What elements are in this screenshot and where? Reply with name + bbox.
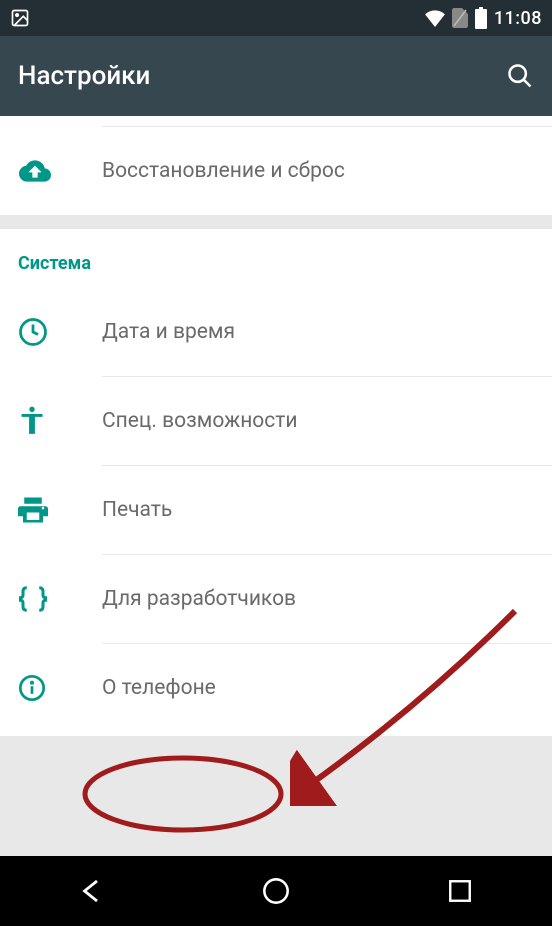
search-icon[interactable] bbox=[506, 62, 534, 90]
app-bar: Настройки bbox=[0, 36, 552, 116]
navigation-bar bbox=[0, 856, 552, 926]
item-label: Для разработчиков bbox=[102, 587, 534, 611]
section-header-system: Система bbox=[0, 247, 552, 288]
item-printing[interactable]: Печать bbox=[0, 466, 552, 554]
item-label: Спец. возможности bbox=[102, 409, 534, 433]
item-accessibility[interactable]: Спец. возможности bbox=[0, 377, 552, 465]
item-about-phone[interactable]: О телефоне bbox=[0, 644, 552, 732]
wifi-icon bbox=[424, 9, 446, 27]
item-label: Восстановление и сброс bbox=[102, 159, 534, 183]
item-label: Печать bbox=[102, 498, 534, 522]
sim-icon bbox=[452, 8, 468, 28]
picture-icon bbox=[10, 8, 30, 28]
settings-content: Восстановление и сброс Система Дата и вр… bbox=[0, 116, 552, 736]
cloud-upload-icon bbox=[18, 159, 52, 183]
section-backup: Восстановление и сброс bbox=[0, 116, 552, 215]
clock-icon bbox=[18, 317, 48, 347]
clock-text: 11:08 bbox=[494, 8, 542, 29]
nav-home-button[interactable] bbox=[226, 866, 326, 916]
nav-recent-button[interactable] bbox=[410, 866, 510, 916]
status-bar: 11:08 bbox=[0, 0, 552, 36]
annotation-ellipse bbox=[78, 752, 288, 836]
item-backup-reset[interactable]: Восстановление и сброс bbox=[0, 127, 552, 215]
section-system: Система Дата и время Спец. возможности bbox=[0, 229, 552, 736]
braces-icon bbox=[18, 586, 48, 612]
item-developer-options[interactable]: Для разработчиков bbox=[0, 555, 552, 643]
page-title: Настройки bbox=[18, 61, 506, 91]
item-label: О телефоне bbox=[102, 676, 534, 700]
accessibility-icon bbox=[18, 405, 46, 437]
item-label: Дата и время bbox=[102, 320, 534, 344]
item-date-time[interactable]: Дата и время bbox=[0, 288, 552, 376]
info-icon bbox=[18, 674, 46, 702]
battery-icon bbox=[474, 7, 488, 29]
printer-icon bbox=[18, 496, 48, 524]
nav-back-button[interactable] bbox=[42, 866, 142, 916]
